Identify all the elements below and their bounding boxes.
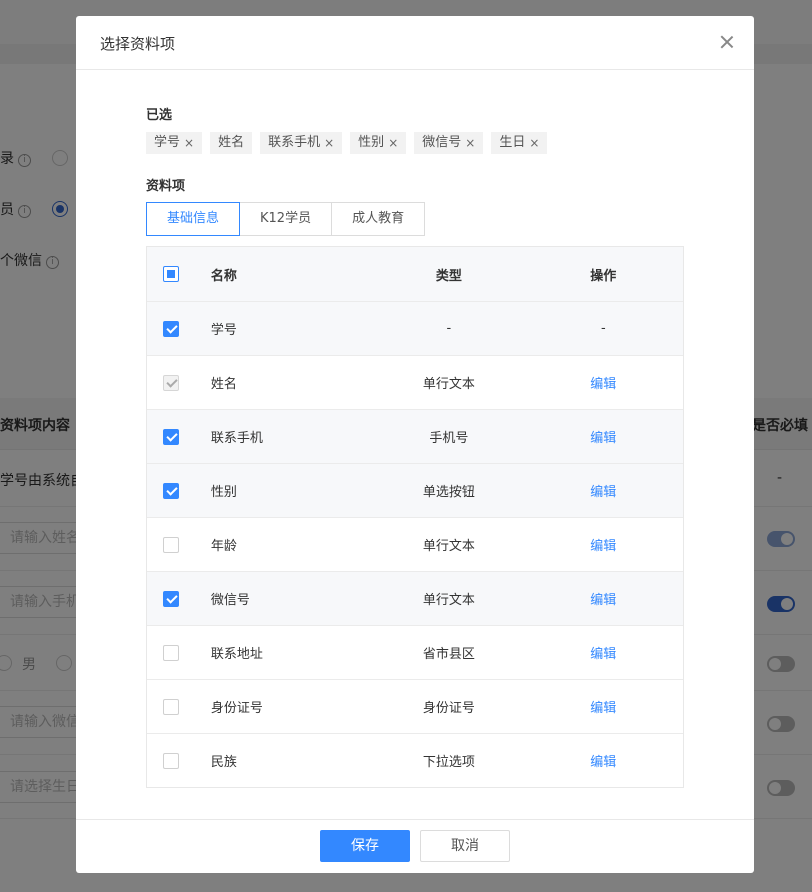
row-checkbox[interactable] xyxy=(162,590,179,607)
row-name: 民族 xyxy=(210,755,237,770)
edit-link[interactable]: 编辑 xyxy=(590,539,616,554)
edit-link[interactable]: 编辑 xyxy=(590,755,616,770)
edit-link[interactable]: 编辑 xyxy=(590,593,616,608)
table-row[interactable]: 联系手机 手机号 编辑 xyxy=(147,409,683,463)
row-checkbox[interactable] xyxy=(162,320,179,337)
row-checkbox[interactable] xyxy=(162,428,179,445)
close-icon[interactable]: × xyxy=(388,132,398,154)
row-checkbox[interactable] xyxy=(162,482,179,499)
items-table: 名称 类型 操作 学号 - - 姓名 单行文本 编辑 联系手机 手机号 编辑 性… xyxy=(146,246,684,788)
row-checkbox[interactable] xyxy=(162,698,179,715)
row-checkbox[interactable] xyxy=(162,752,179,769)
row-type: 下拉选项 xyxy=(422,755,475,770)
header-type: 类型 xyxy=(435,268,462,284)
header-op: 操作 xyxy=(590,268,617,284)
row-checkbox[interactable] xyxy=(162,644,179,661)
tag-label: 生日 xyxy=(499,135,526,150)
row-name: 联系地址 xyxy=(210,647,263,662)
tag-label: 姓名 xyxy=(218,135,245,150)
row-name: 性别 xyxy=(210,485,237,500)
row-type: 单选按钮 xyxy=(422,485,475,500)
tag-label: 联系手机 xyxy=(268,135,321,150)
table-row[interactable]: 身份证号 身份证号 编辑 xyxy=(147,679,683,733)
row-type: - xyxy=(446,321,452,336)
tab-basic-info[interactable]: 基础信息 xyxy=(146,202,241,236)
row-name: 年龄 xyxy=(210,539,237,554)
row-op: - xyxy=(600,321,606,336)
save-button[interactable]: 保存 xyxy=(320,830,410,862)
edit-link[interactable]: 编辑 xyxy=(590,377,616,392)
selected-tag: 生日 × xyxy=(491,132,548,154)
close-icon[interactable] xyxy=(718,33,736,51)
table-row[interactable]: 微信号 单行文本 编辑 xyxy=(147,571,683,625)
selected-label: 已选 xyxy=(146,108,173,123)
row-type: 单行文本 xyxy=(422,377,475,392)
selected-tags: 学号 × 姓名 联系手机 × 性别 × 微信号 × 生日 × xyxy=(146,132,548,154)
row-name: 身份证号 xyxy=(210,701,263,716)
edit-link[interactable]: 编辑 xyxy=(590,485,616,500)
tag-label: 微信号 xyxy=(422,135,462,150)
select-items-dialog: 选择资料项 已选 学号 × 姓名 联系手机 × 性别 × 微信号 × 生日 × 资料项 基… xyxy=(76,16,754,873)
category-tabs: 基础信息 K12学员 成人教育 xyxy=(146,202,426,236)
selected-tag: 微信号 × xyxy=(414,132,484,154)
table-row[interactable]: 民族 下拉选项 编辑 xyxy=(147,733,683,787)
select-all-checkbox[interactable] xyxy=(162,266,179,282)
dialog-title: 选择资料项 xyxy=(100,35,176,53)
dialog-footer: 保存 取消 xyxy=(76,819,754,873)
row-type: 单行文本 xyxy=(422,539,475,554)
cancel-button[interactable]: 取消 xyxy=(420,830,510,862)
row-type: 省市县区 xyxy=(422,647,475,662)
row-name: 姓名 xyxy=(210,377,237,392)
selected-tag: 姓名 xyxy=(210,132,253,154)
selected-tag: 性别 × xyxy=(350,132,407,154)
table-row[interactable]: 联系地址 省市县区 编辑 xyxy=(147,625,683,679)
table-row[interactable]: 性别 单选按钮 编辑 xyxy=(147,463,683,517)
row-type: 手机号 xyxy=(429,431,469,446)
selected-tag: 学号 × xyxy=(146,132,203,154)
row-checkbox xyxy=(162,374,179,391)
selected-tag: 联系手机 × xyxy=(260,132,343,154)
row-type: 单行文本 xyxy=(422,593,475,608)
close-icon[interactable]: × xyxy=(529,132,539,154)
row-name: 联系手机 xyxy=(210,431,263,446)
close-icon[interactable]: × xyxy=(184,132,194,154)
items-label: 资料项 xyxy=(146,179,186,194)
dialog-header: 选择资料项 xyxy=(76,16,754,70)
table-row[interactable]: 学号 - - xyxy=(147,301,683,355)
edit-link[interactable]: 编辑 xyxy=(590,701,616,716)
edit-link[interactable]: 编辑 xyxy=(590,431,616,446)
tab-k12-student[interactable]: K12学员 xyxy=(239,202,333,236)
table-row[interactable]: 年龄 单行文本 编辑 xyxy=(147,517,683,571)
edit-link[interactable]: 编辑 xyxy=(590,647,616,662)
close-icon[interactable]: × xyxy=(324,132,334,154)
tab-adult-education[interactable]: 成人教育 xyxy=(331,202,426,236)
tag-label: 性别 xyxy=(358,135,385,150)
table-header: 名称 类型 操作 xyxy=(147,247,683,301)
row-name: 微信号 xyxy=(210,593,250,608)
close-icon[interactable]: × xyxy=(465,132,475,154)
row-type: 身份证号 xyxy=(422,701,475,716)
row-checkbox[interactable] xyxy=(162,536,179,553)
row-name: 学号 xyxy=(210,323,237,338)
header-name: 名称 xyxy=(210,268,237,284)
table-row[interactable]: 姓名 单行文本 编辑 xyxy=(147,355,683,409)
tag-label: 学号 xyxy=(154,135,181,150)
